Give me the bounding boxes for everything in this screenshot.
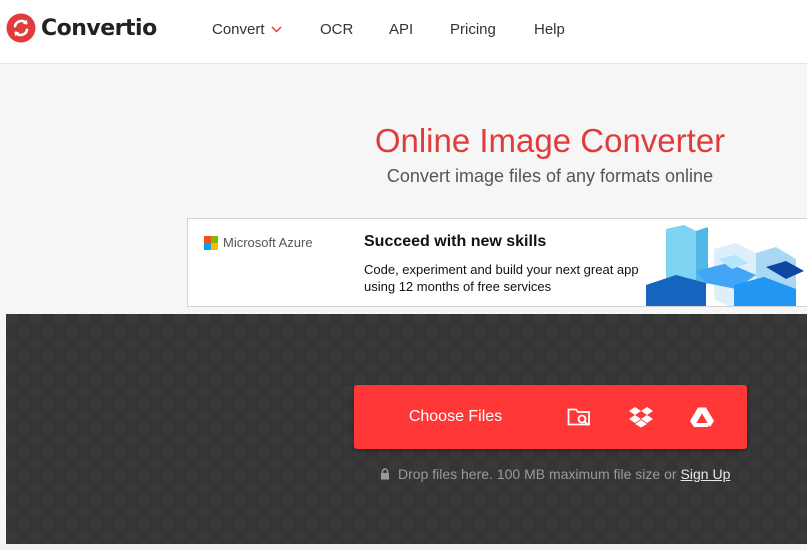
drop-files-text: Drop files here. 100 MB maximum file siz…: [398, 466, 677, 482]
chevron-down-icon: [271, 26, 282, 33]
google-drive-icon: [690, 407, 714, 427]
folder-search-button[interactable]: [567, 405, 593, 429]
choose-files-label: Choose Files: [408, 408, 503, 425]
convertio-logo[interactable]: Convertio: [6, 13, 157, 43]
nav-pricing[interactable]: Pricing: [450, 0, 496, 58]
ad-banner[interactable]: Microsoft Azure Succeed with new skills …: [187, 218, 807, 307]
nav-ocr[interactable]: OCR: [320, 0, 353, 58]
page-title: Online Image Converter: [374, 122, 726, 159]
page-subtitle: Convert image files of any formats onlin…: [386, 166, 714, 186]
sign-up-link[interactable]: Sign Up: [681, 466, 731, 482]
top-header: Convertio Convert OCR API Pricing Help: [0, 0, 807, 64]
microsoft-logo-icon: [204, 235, 218, 250]
page-bottom-strip: [0, 544, 807, 550]
convertio-logo-icon: [6, 13, 36, 43]
dropbox-icon: [629, 407, 653, 428]
nav-api[interactable]: API: [389, 0, 413, 58]
ad-headline: Succeed with new skills: [364, 233, 547, 250]
ad-body: Code, experiment and build your next gre…: [364, 262, 639, 294]
brand-name: Convertio: [41, 15, 157, 41]
azure-cubes-illustration: [646, 225, 804, 306]
nav-help[interactable]: Help: [534, 0, 565, 58]
ad-brand: Microsoft Azure: [204, 235, 313, 250]
ad-brand-label: Microsoft Azure: [223, 235, 313, 250]
drop-files-note: Drop files here. 100 MB maximum file siz…: [380, 466, 730, 482]
google-drive-button[interactable]: [689, 405, 715, 429]
dropbox-button[interactable]: [628, 405, 654, 429]
folder-search-icon: [567, 408, 590, 426]
nav-convert[interactable]: Convert: [212, 0, 282, 58]
choose-files-button[interactable]: Choose Files: [354, 385, 747, 449]
nav-convert-label: Convert: [212, 20, 265, 38]
lock-icon: [381, 468, 389, 480]
